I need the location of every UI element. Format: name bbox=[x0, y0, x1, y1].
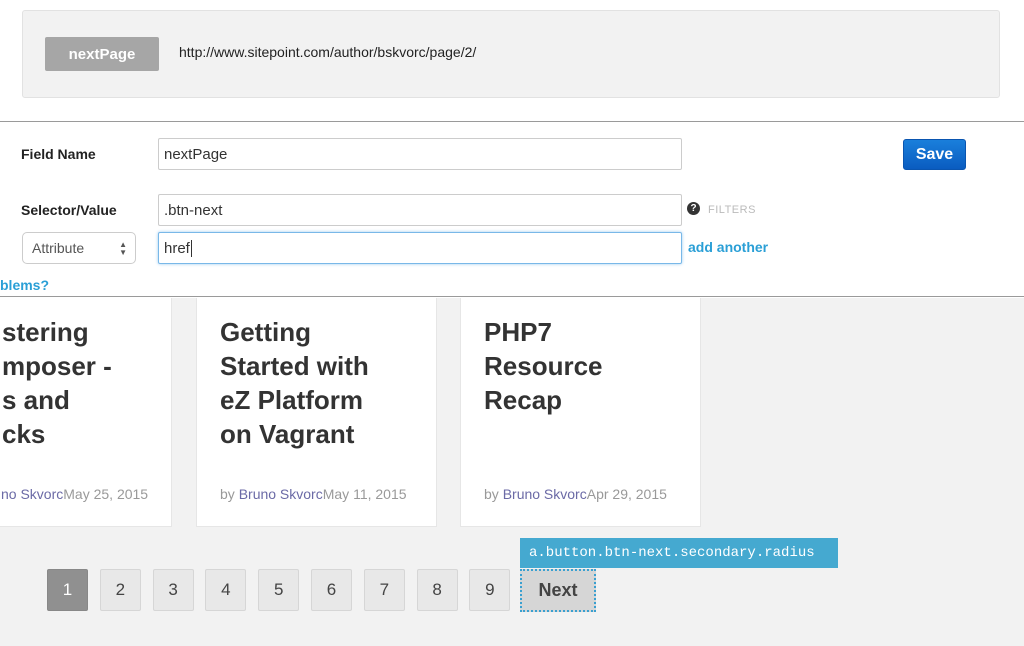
author-link[interactable]: Bruno Skvorc bbox=[239, 486, 323, 502]
attribute-select-value: Attribute bbox=[32, 240, 85, 256]
save-button[interactable]: Save bbox=[903, 139, 966, 170]
article-date: Apr 29, 2015 bbox=[586, 486, 667, 502]
page-8-button[interactable]: 8 bbox=[416, 569, 458, 611]
field-form: Field Name nextPage Save Selector/Value … bbox=[0, 123, 1024, 297]
article-meta: by Bruno SkvorcApr 29, 2015 bbox=[484, 486, 667, 502]
author-link[interactable]: Bruno Skvorc bbox=[503, 486, 587, 502]
article-meta: no SkvorcMay 25, 2015 bbox=[1, 486, 148, 502]
article-card[interactable]: Getting Started with eZ Platform on Vagrant… bbox=[196, 298, 437, 527]
page-5-button[interactable]: 5 bbox=[258, 569, 300, 611]
page-4-button[interactable]: 4 bbox=[205, 569, 247, 611]
article-title[interactable]: PHP7 Resource Recap bbox=[484, 315, 684, 417]
field-name-input[interactable]: nextPage bbox=[158, 138, 682, 170]
page-3-button[interactable]: 3 bbox=[152, 569, 194, 611]
text-cursor bbox=[190, 239, 192, 257]
page-7-button[interactable]: 7 bbox=[363, 569, 405, 611]
preview-url: http://www.sitepoint.com/author/bskvorc/… bbox=[179, 44, 477, 60]
page-1-button[interactable]: 1 bbox=[47, 569, 88, 611]
article-date: May 11, 2015 bbox=[322, 486, 407, 502]
page-6-button[interactable]: 6 bbox=[311, 569, 352, 611]
add-another-link[interactable]: add another bbox=[688, 239, 768, 255]
page-9-button[interactable]: 9 bbox=[469, 569, 511, 611]
preview-box: nextPage http://www.sitepoint.com/author… bbox=[22, 10, 1000, 98]
question-circle-icon[interactable]: ? bbox=[687, 202, 700, 215]
preview-panel: nextPage http://www.sitepoint.com/author… bbox=[0, 0, 1024, 122]
article-card[interactable]: stering mposer -s and cks no SkvorcMay 25,… bbox=[0, 298, 172, 527]
selector-label: Selector/Value bbox=[21, 202, 117, 218]
attribute-select[interactable]: Attribute ▲ ▼ bbox=[22, 232, 136, 264]
article-date: May 25, 2015 bbox=[63, 486, 149, 502]
select-arrows-icon: ▲ ▼ bbox=[119, 240, 127, 257]
selector-input[interactable]: .btn-next bbox=[158, 194, 682, 226]
article-meta: by Bruno SkvorcMay 11, 2015 bbox=[220, 486, 407, 502]
article-list: stering mposer -s and cks no SkvorcMay 25,… bbox=[0, 298, 1024, 646]
next-page-button[interactable]: Next bbox=[520, 569, 596, 612]
article-title[interactable]: stering mposer -s and cks bbox=[2, 315, 202, 451]
problems-link[interactable]: blems? bbox=[0, 277, 49, 293]
article-card[interactable]: PHP7 Resource Recap by Bruno SkvorcApr 29,… bbox=[460, 298, 701, 527]
field-badge[interactable]: nextPage bbox=[45, 37, 159, 71]
page-2-button[interactable]: 2 bbox=[99, 569, 141, 611]
author-link[interactable]: no Skvorc bbox=[1, 486, 63, 502]
attribute-input[interactable]: href bbox=[158, 232, 682, 264]
filters-link[interactable]: FILTERS bbox=[708, 204, 756, 216]
article-title[interactable]: Getting Started with eZ Platform on Vagrant bbox=[220, 315, 420, 451]
selector-tooltip: a.button.btn-next.secondary.radius bbox=[520, 538, 838, 568]
field-name-label: Field Name bbox=[21, 146, 96, 162]
attribute-input-value: href bbox=[164, 239, 190, 257]
